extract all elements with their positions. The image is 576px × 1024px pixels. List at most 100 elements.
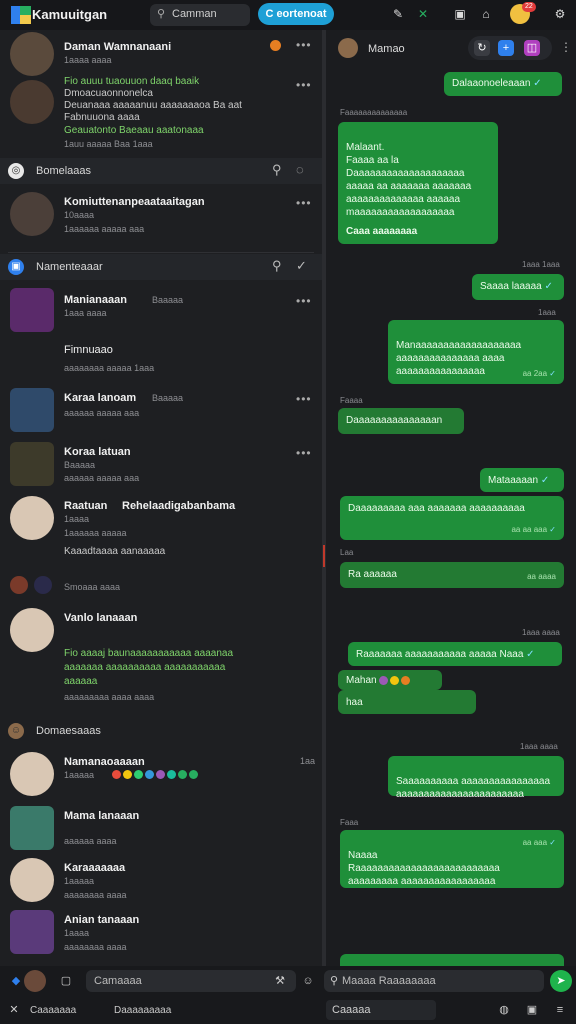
timestamp: 1aaa	[538, 308, 556, 317]
item-name[interactable]: Mama lanaaan	[64, 810, 139, 822]
message-text: Dalaaonoeleaaan	[452, 78, 531, 89]
item-name[interactable]: Manianaaan	[64, 294, 127, 306]
avatar[interactable]	[10, 32, 54, 76]
cross-icon[interactable]: ✕	[415, 6, 431, 22]
avatar[interactable]	[10, 806, 54, 850]
refresh-icon[interactable]: ◌	[296, 162, 304, 177]
send-icon[interactable]: ➤	[550, 970, 572, 992]
item-meta: Smoaaa aaaa	[64, 582, 121, 592]
message-bubble[interactable]: Mataaaaan ✓	[480, 468, 564, 492]
message-text: Daaaaaaaaaaaaaaan	[346, 415, 443, 426]
message-input[interactable]: ⚲ Maaaa Raaaaaaaa	[324, 970, 544, 992]
message-bubble[interactable]: Manaaaaaaaaaaaaaaaaaaa aaaaaaaaaaaaaaa a…	[388, 320, 564, 384]
item-name[interactable]: Karaa lanoam	[64, 392, 136, 404]
item-name[interactable]: Daman Wamnanaani	[64, 41, 171, 53]
item-meta: 1aaaaa	[64, 876, 95, 886]
chat-icon[interactable]: ◍	[496, 1002, 512, 1018]
search-icon: ⚲	[157, 8, 166, 20]
section-header[interactable]: ◎ Bomelaaas ⚲ ◌	[0, 158, 322, 184]
attach-icon[interactable]: ▢	[58, 973, 74, 989]
message-bubble[interactable]: Daaaaaaaaa aaa aaaaaaa aaaaaaaaaa aa aa …	[340, 496, 564, 540]
message-bubble[interactable]: Dalaaonoeleaaan ✓	[444, 72, 562, 96]
item-time: 1aaaa aaaa	[64, 55, 112, 65]
more-icon[interactable]: •••	[296, 38, 312, 52]
calendar-icon[interactable]: ▣	[452, 6, 468, 22]
chat-header: Mamao ↻ + ◫ ⋮	[326, 30, 576, 66]
message-bubble[interactable]	[340, 954, 564, 966]
message-time: aa aaa ✓	[522, 838, 556, 847]
contacts-icon[interactable]: ⌂	[478, 6, 494, 22]
item-name[interactable]: Namanaoaaaan	[64, 756, 145, 768]
message-bubble[interactable]: Daaaaaaaaaaaaaaan	[338, 408, 464, 434]
avatar[interactable]	[10, 288, 54, 332]
item-meta: aaaaaa aaaaa aaa	[64, 408, 140, 418]
avatar[interactable]	[10, 608, 54, 652]
avatar[interactable]	[10, 192, 54, 236]
app-logo-icon	[11, 6, 31, 24]
avatar[interactable]	[10, 442, 54, 486]
message-bubble[interactable]: haa	[338, 690, 476, 714]
message-bubble[interactable]: Saaaaaaaaaa aaaaaaaaaaaaaaaa aaaaaaaaaaa…	[388, 756, 564, 800]
item-meta: aaaaaaaa aaaa	[64, 890, 127, 900]
item-line: Fio aaaaj baunaaaaaaaaaaa aaaanaa	[64, 648, 234, 659]
tools-icon[interactable]: ✕	[6, 1002, 22, 1018]
tool-icon[interactable]: ⚒	[272, 973, 288, 989]
message-bubble[interactable]: Raaaaaaa aaaaaaaaaaa aaaaa Naaa ✓	[348, 642, 562, 666]
message-bubble[interactable]: Naaaa Raaaaaaaaaaaaaaaaaaaaaaaaaa aaaaaa…	[340, 830, 564, 888]
app-title: Kamuuitgan	[32, 7, 108, 22]
pen-icon[interactable]: ✎	[390, 6, 406, 22]
avatar[interactable]	[10, 496, 54, 540]
section-header[interactable]: ☺ Domaesaaas	[0, 718, 322, 744]
message-text: Mataaaaan	[488, 475, 539, 486]
message-bubble[interactable]: Saaaa laaaaa ✓	[472, 274, 564, 300]
avatar[interactable]	[10, 80, 54, 124]
read-tick-icon: ✓	[544, 281, 553, 292]
bottom-label[interactable]: Caaaaaaa	[30, 1005, 76, 1016]
contact-avatar[interactable]	[338, 38, 358, 58]
item-name[interactable]: Komiuttenanpeaataaitagan	[64, 196, 205, 208]
message-text: Raaaaaaa aaaaaaaaaaa aaaaa Naaa	[356, 649, 524, 660]
more-icon[interactable]: •••	[296, 392, 312, 406]
item-name[interactable]: Anian tanaaan	[64, 914, 139, 926]
item-name[interactable]: Vanlo lanaaan	[64, 612, 137, 624]
sync-icon[interactable]: ↻	[474, 40, 490, 56]
more-icon[interactable]: •••	[296, 196, 312, 210]
settings-icon[interactable]: ⚙	[552, 6, 568, 22]
user-avatar[interactable]	[24, 970, 46, 992]
item-name[interactable]: Koraa latuan	[64, 446, 131, 458]
message-time: aa aa aaa ✓	[511, 525, 556, 534]
add-icon[interactable]: +	[498, 40, 514, 56]
avatar[interactable]	[10, 388, 54, 432]
message-bubble[interactable]: Mahan	[338, 670, 442, 690]
item-name[interactable]: Raatuan	[64, 500, 107, 512]
app-icon[interactable]: ◆	[8, 973, 24, 989]
search-box[interactable]: ⚲ Camman	[150, 4, 250, 26]
message-bubble[interactable]: Malaant. Faaaa aa la Daaaaaaaaaaaaaaaaaa…	[338, 122, 498, 244]
more-icon[interactable]: •••	[296, 446, 312, 460]
item-extra: Fimnuaao	[64, 344, 113, 356]
avatar[interactable]	[10, 910, 54, 954]
bottom-label[interactable]: Daaaaaaaaa	[114, 1005, 171, 1016]
emoji-icon[interactable]: ☺	[300, 973, 316, 989]
message-footer: Caaa aaaaaaaa	[346, 226, 418, 237]
more-icon[interactable]: ⋮	[560, 40, 572, 54]
compose-input[interactable]: Camaaaa	[86, 970, 296, 992]
item-line: Geauatonto Baeaau aaatonaaa	[64, 125, 204, 136]
avatar[interactable]	[10, 858, 54, 902]
item-name[interactable]: Karaaaaaaa	[64, 862, 125, 874]
message-bubble[interactable]: Ra aaaaaa aa aaaa	[340, 562, 564, 588]
search-icon[interactable]: ⚲	[272, 258, 282, 274]
more-icon[interactable]: •••	[296, 294, 312, 308]
avatar	[34, 576, 52, 594]
avatar[interactable]	[10, 752, 54, 796]
tab-active[interactable]: C eortenoat	[258, 3, 334, 25]
more-icon[interactable]: •••	[296, 78, 312, 92]
search-icon[interactable]: ⚲	[272, 162, 282, 178]
menu-icon[interactable]: ≡	[552, 1002, 568, 1018]
apps-icon[interactable]: ◫	[524, 40, 540, 56]
check-icon[interactable]: ✓	[296, 258, 307, 274]
timestamp: 1aaa aaaa	[520, 742, 558, 751]
section-header[interactable]: ▣ Namenteaaar ⚲ ✓	[0, 254, 322, 280]
window-icon[interactable]: ▣	[524, 1002, 540, 1018]
search-box[interactable]: Caaaaa	[326, 1000, 436, 1020]
